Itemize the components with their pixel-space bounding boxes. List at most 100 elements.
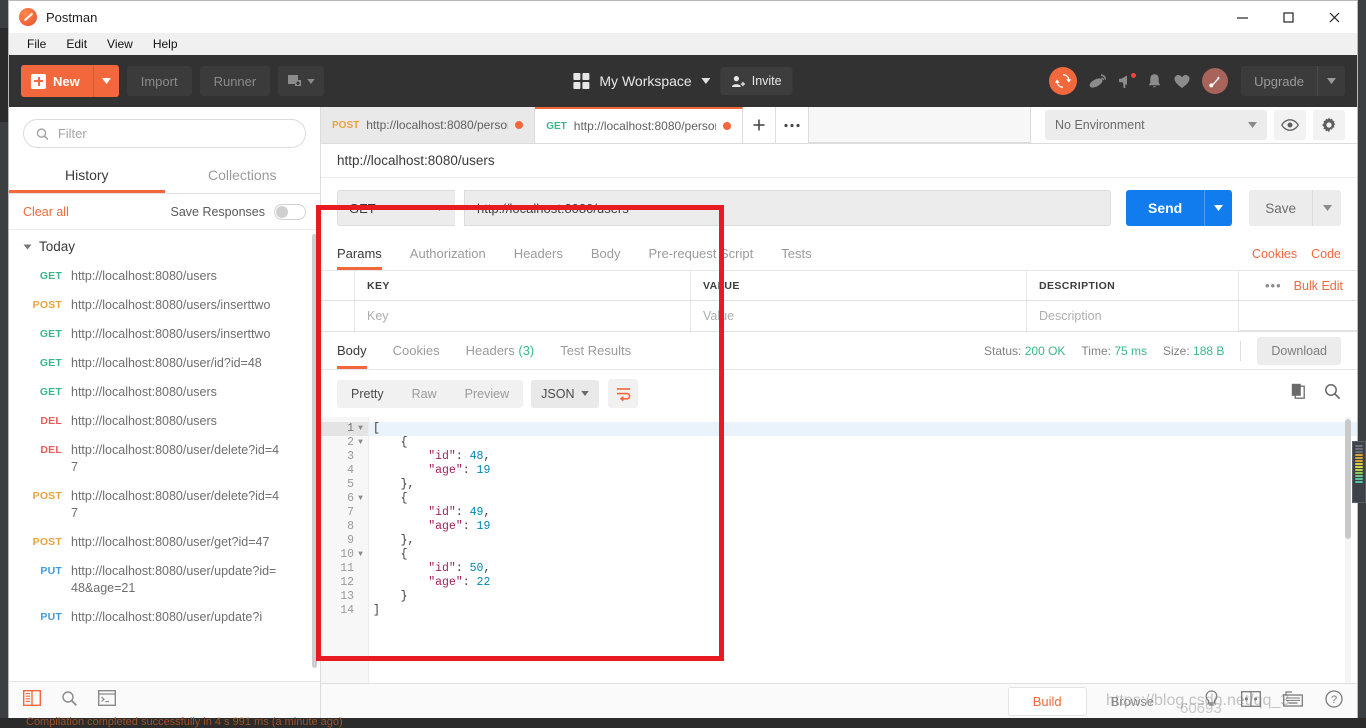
send-dropdown-caret[interactable] bbox=[1204, 190, 1233, 226]
save-responses-toggle[interactable] bbox=[274, 204, 306, 220]
tab-history[interactable]: History bbox=[9, 158, 165, 193]
menu-edit[interactable]: Edit bbox=[58, 35, 95, 53]
save-dropdown-caret[interactable] bbox=[1312, 190, 1341, 226]
browse-button[interactable]: Browse bbox=[1087, 688, 1178, 715]
request-tab-0[interactable]: POST http://localhost:8080/person/sa bbox=[321, 107, 536, 143]
view-mode-raw[interactable]: Raw bbox=[398, 380, 451, 408]
tab-authorization[interactable]: Authorization bbox=[410, 238, 486, 270]
params-row-key[interactable]: Key bbox=[355, 301, 691, 331]
list-item[interactable]: GET http://localhost:8080/user/id?id=48 bbox=[9, 349, 320, 378]
satellite-button[interactable] bbox=[1088, 73, 1107, 90]
list-item[interactable]: GET http://localhost:8080/users bbox=[9, 262, 320, 291]
list-item[interactable]: POST http://localhost:8080/users/inserttw… bbox=[9, 291, 320, 320]
history-list[interactable]: Today GET http://localhost:8080/users POST… bbox=[9, 230, 320, 681]
tab-tests[interactable]: Tests bbox=[781, 238, 811, 270]
method-select[interactable]: GET bbox=[337, 190, 455, 226]
tab-pre-request-script[interactable]: Pre-request Script bbox=[648, 238, 753, 270]
environment-quick-look-button[interactable] bbox=[1274, 110, 1306, 140]
tab-body[interactable]: Body bbox=[591, 238, 621, 270]
console-icon[interactable] bbox=[97, 689, 117, 711]
fold-icon[interactable]: ▼ bbox=[357, 422, 364, 436]
menu-view[interactable]: View bbox=[99, 35, 141, 53]
format-select[interactable]: JSON bbox=[531, 379, 600, 408]
find-icon[interactable] bbox=[61, 690, 78, 712]
new-button[interactable]: New bbox=[21, 65, 119, 97]
word-wrap-button[interactable] bbox=[608, 379, 639, 408]
response-tab-test-results[interactable]: Test Results bbox=[560, 333, 631, 369]
settings-button[interactable] bbox=[1313, 110, 1345, 140]
menu-help[interactable]: Help bbox=[145, 35, 186, 53]
invite-button[interactable]: Invite bbox=[720, 67, 793, 95]
response-tab-headers[interactable]: Headers (3) bbox=[466, 333, 535, 369]
response-tab-body[interactable]: Body bbox=[337, 333, 367, 369]
code-link[interactable]: Code bbox=[1311, 247, 1341, 261]
minimize-button[interactable] bbox=[1219, 1, 1265, 33]
view-mode-preview[interactable]: Preview bbox=[451, 380, 523, 408]
close-button[interactable] bbox=[1311, 1, 1357, 33]
url-input[interactable]: http://localhost:8080/users bbox=[464, 190, 1111, 226]
new-tab-button[interactable] bbox=[742, 107, 776, 143]
list-item[interactable]: PUT http://localhost:8080/user/update?i bbox=[9, 603, 320, 632]
response-body-viewer[interactable]: 1 ▼ 2 ▼ 3 4 5 6 ▼ 7 8 9 10 ▼ 11 12 13 14 [ { "id": 48, "a… bbox=[321, 417, 1357, 683]
build-button[interactable]: Build bbox=[1007, 687, 1087, 716]
maximize-button[interactable] bbox=[1265, 1, 1311, 33]
avatar[interactable] bbox=[1202, 68, 1229, 94]
environment-select[interactable]: No Environment bbox=[1045, 110, 1267, 140]
history-group-today[interactable]: Today bbox=[9, 230, 320, 262]
tab-options-button[interactable] bbox=[775, 107, 809, 143]
menu-file[interactable]: File bbox=[19, 35, 54, 53]
toggle-sidebar-icon[interactable] bbox=[22, 689, 42, 711]
list-item[interactable]: GET http://localhost:8080/users bbox=[9, 378, 320, 407]
upgrade-control[interactable]: Upgrade bbox=[1241, 66, 1345, 96]
sidebar-scrollbar[interactable] bbox=[312, 234, 317, 668]
new-window-button[interactable] bbox=[278, 66, 325, 96]
response-scrollbar-thumb[interactable] bbox=[1345, 419, 1351, 539]
announcements-button[interactable] bbox=[1118, 71, 1138, 90]
new-dropdown-caret[interactable] bbox=[92, 65, 119, 97]
tab-params[interactable]: Params bbox=[337, 238, 382, 270]
params-row-value[interactable]: Value bbox=[691, 301, 1027, 331]
fold-icon[interactable]: ▼ bbox=[357, 548, 364, 562]
cookies-link[interactable]: Cookies bbox=[1252, 247, 1297, 261]
keyboard-icon[interactable] bbox=[1283, 691, 1303, 712]
fold-icon[interactable]: ▼ bbox=[357, 436, 364, 450]
upgrade-caret-icon[interactable] bbox=[1317, 66, 1345, 96]
send-button[interactable]: Send bbox=[1125, 190, 1205, 226]
runner-button[interactable]: Runner bbox=[199, 66, 271, 96]
search-icon[interactable] bbox=[1324, 383, 1341, 405]
notifications-button[interactable] bbox=[1147, 73, 1162, 90]
list-item[interactable]: POST http://localhost:8080/user/delete?id… bbox=[9, 482, 320, 528]
ellipsis-icon[interactable]: ••• bbox=[1265, 278, 1282, 293]
params-row-checkbox-cell[interactable] bbox=[321, 301, 355, 331]
copy-icon[interactable] bbox=[1291, 383, 1306, 404]
ide-minimap[interactable] bbox=[1352, 441, 1366, 503]
view-mode-pretty[interactable]: Pretty bbox=[337, 380, 398, 408]
tab-headers[interactable]: Headers bbox=[514, 238, 563, 270]
params-row-description[interactable]: Description bbox=[1027, 301, 1239, 331]
import-button[interactable]: Import bbox=[126, 66, 192, 96]
response-body-code[interactable]: [ { "id": 48, "age": 19 }, { "id": 49, "… bbox=[369, 417, 1357, 683]
layout-icon[interactable] bbox=[1241, 691, 1261, 712]
new-button-main[interactable]: New bbox=[21, 65, 93, 97]
response-tab-cookies[interactable]: Cookies bbox=[393, 333, 440, 369]
fold-icon[interactable]: ▼ bbox=[357, 492, 364, 506]
list-item[interactable]: GET http://localhost:8080/users/inserttwo bbox=[9, 320, 320, 349]
help-icon[interactable]: ? bbox=[1325, 690, 1343, 713]
table-row[interactable]: Key Value Description bbox=[321, 301, 1357, 331]
save-button[interactable]: Save bbox=[1249, 190, 1312, 226]
download-button[interactable]: Download bbox=[1257, 336, 1341, 365]
list-item[interactable]: DEL http://localhost:8080/user/delete?id=… bbox=[9, 436, 320, 482]
favorites-button[interactable] bbox=[1173, 73, 1191, 89]
tab-collections[interactable]: Collections bbox=[165, 158, 321, 193]
search-input[interactable] bbox=[57, 126, 293, 141]
bulk-edit-button[interactable]: Bulk Edit bbox=[1294, 279, 1343, 293]
list-item[interactable]: PUT http://localhost:8080/user/update?id=… bbox=[9, 557, 320, 603]
request-tab-1[interactable]: GET http://localhost:8080/person/sav bbox=[535, 107, 743, 143]
clear-all-button[interactable]: Clear all bbox=[23, 205, 69, 219]
workspace-selector[interactable]: My Workspace Invite bbox=[573, 67, 793, 95]
sync-button[interactable] bbox=[1049, 67, 1078, 95]
filter-box[interactable] bbox=[23, 119, 306, 148]
save-responses-control[interactable]: Save Responses bbox=[170, 204, 306, 220]
list-item[interactable]: POST http://localhost:8080/user/get?id=47 bbox=[9, 528, 320, 557]
list-item[interactable]: DEL http://localhost:8080/users bbox=[9, 407, 320, 436]
